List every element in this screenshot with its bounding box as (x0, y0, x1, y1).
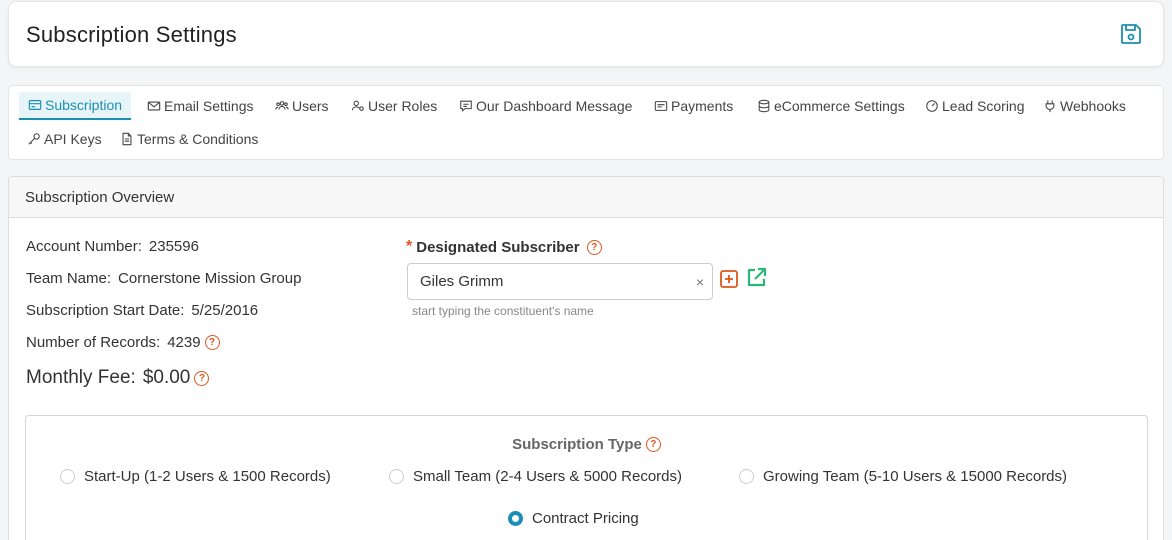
radio-button[interactable] (739, 469, 754, 484)
subscription-overview-card: Subscription Overview Account Number: 23… (8, 176, 1164, 540)
clear-icon[interactable]: × (696, 274, 704, 290)
subscription-type-title: Subscription Type ? (26, 436, 1147, 453)
tab-label: User Roles (368, 98, 438, 114)
records-value: 4239 (167, 334, 201, 351)
radio-contract-pricing[interactable]: Contract Pricing (508, 510, 639, 527)
designated-subscriber-text: Designated Subscriber (416, 238, 580, 256)
account-number: Account Number: 235596 (26, 238, 199, 255)
radio-label: Start-Up (1-2 Users & 1500 Records) (84, 468, 331, 485)
radio-growing-team[interactable]: Growing Team (5-10 Users & 15000 Records… (739, 468, 1067, 485)
radio-start-up[interactable]: Start-Up (1-2 Users & 1500 Records) (60, 468, 331, 485)
number-of-records: Number of Records: 4239 ? (26, 334, 220, 351)
tab-users[interactable]: Users (275, 92, 329, 120)
database-icon (758, 99, 770, 113)
open-constituent-button[interactable] (746, 267, 767, 288)
account-number-value: 235596 (148, 238, 199, 255)
required-marker: * (406, 238, 413, 255)
gauge-icon (926, 100, 938, 112)
radio-small-team[interactable]: Small Team (2-4 Users & 5000 Records) (389, 468, 682, 485)
tab-label: Subscription (45, 97, 123, 113)
start-date-value: 5/25/2016 (191, 302, 259, 319)
plug-icon (1045, 100, 1055, 113)
tab-label: Users (292, 98, 329, 114)
radio-button[interactable] (389, 469, 404, 484)
plus-square-icon (720, 270, 738, 288)
tab-label: eCommerce Settings (774, 98, 905, 114)
card-header: Subscription Overview (9, 177, 1163, 218)
subscription-type-group: Subscription Type ? Start-Up (1-2 Users … (25, 415, 1148, 540)
tab-payments[interactable]: Payments (654, 92, 733, 120)
account-number-label: Account Number: (26, 238, 142, 255)
monthly-fee: Monthly Fee: $0.00 ? (26, 367, 210, 389)
subscription-start-date: Subscription Start Date: 5/25/2016 (26, 302, 258, 319)
external-link-icon (747, 267, 767, 287)
floppy-disk-icon (1121, 24, 1141, 44)
designated-subscriber-label: * Designated Subscriber ? (406, 238, 602, 256)
help-icon[interactable]: ? (204, 335, 220, 350)
radio-label: Growing Team (5-10 Users & 15000 Records… (763, 468, 1068, 485)
radio-button[interactable] (60, 469, 75, 484)
tab-label: Webhooks (1060, 98, 1126, 114)
tab-user-roles[interactable]: User Roles (351, 92, 437, 120)
team-name-value: Cornerstone Mission Group (118, 270, 302, 287)
monthly-fee-value: $0.00 (142, 367, 191, 388)
team-name-label: Team Name: (26, 270, 112, 287)
radio-label: Small Team (2-4 Users & 5000 Records) (413, 468, 682, 485)
team-name: Team Name: Cornerstone Mission Group (26, 270, 301, 287)
message-icon (460, 100, 472, 112)
designated-subscriber-help: start typing the constituent's name (412, 304, 594, 318)
tab-terms-conditions[interactable]: Terms & Conditions (120, 125, 258, 153)
help-icon[interactable]: ? (586, 239, 602, 255)
tab-lead-scoring[interactable]: Lead Scoring (925, 92, 1025, 120)
radio-button-selected[interactable] (508, 511, 523, 526)
designated-subscriber-value: Giles Grimm (420, 273, 504, 290)
envelope-icon (147, 101, 161, 111)
radio-label: Contract Pricing (532, 510, 639, 527)
card-icon (28, 100, 42, 110)
user-roles-icon (351, 100, 364, 111)
tab-label: Our Dashboard Message (476, 98, 633, 114)
add-constituent-button[interactable] (720, 270, 738, 288)
users-icon (275, 101, 289, 110)
help-icon[interactable]: ? (645, 437, 661, 452)
tab-webhooks[interactable]: Webhooks (1043, 92, 1126, 120)
help-icon[interactable]: ? (194, 370, 210, 386)
monthly-fee-label: Monthly Fee: (26, 367, 136, 388)
designated-subscriber-input[interactable]: Giles Grimm × (407, 263, 713, 300)
settings-tabs: Subscription Email Settings Users User R… (8, 85, 1164, 160)
tab-label: Lead Scoring (942, 98, 1025, 114)
payments-icon (654, 101, 668, 111)
tab-dashboard-message[interactable]: Our Dashboard Message (459, 92, 632, 120)
tab-ecommerce-settings[interactable]: eCommerce Settings (757, 92, 905, 120)
start-date-label: Subscription Start Date: (26, 302, 185, 319)
subscription-type-text: Subscription Type (512, 436, 642, 453)
tab-label: Payments (671, 98, 734, 114)
header-card: Subscription Settings (8, 1, 1164, 67)
key-icon (28, 133, 40, 145)
document-icon (122, 132, 132, 146)
records-label: Number of Records: (26, 334, 161, 351)
tab-label: Terms & Conditions (137, 131, 259, 147)
save-button[interactable] (1119, 22, 1143, 46)
tab-api-keys[interactable]: API Keys (27, 125, 102, 153)
tab-email-settings[interactable]: Email Settings (147, 92, 253, 120)
page-title: Subscription Settings (26, 22, 237, 47)
tab-subscription[interactable]: Subscription (19, 92, 132, 120)
tab-label: Email Settings (164, 98, 254, 114)
tab-label: API Keys (44, 131, 102, 147)
